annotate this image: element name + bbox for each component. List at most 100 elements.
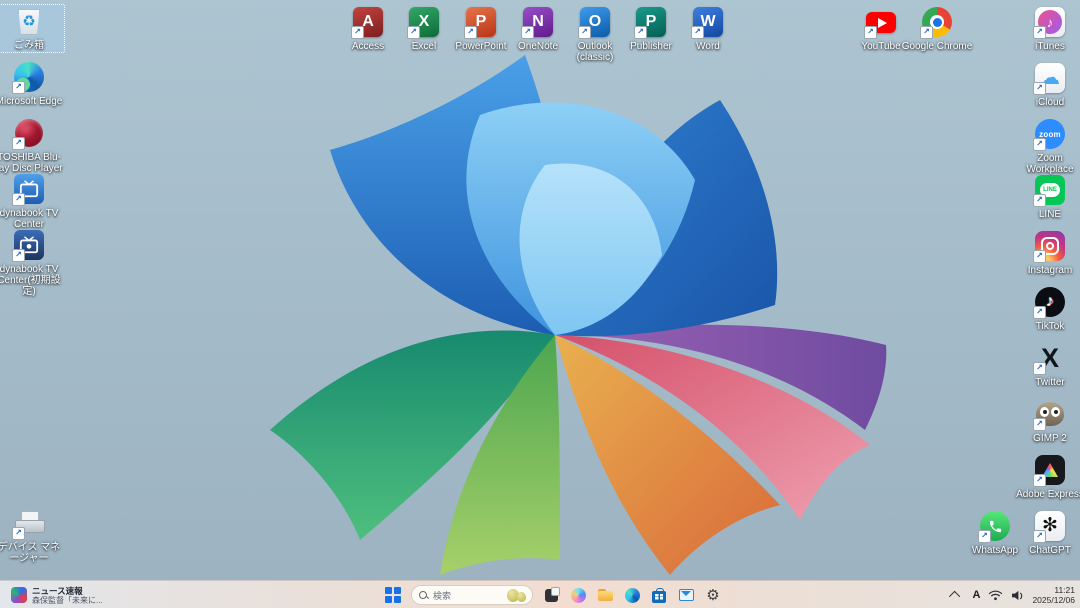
desktop-icon-device-manager[interactable]: ↗ デバイス マネージャー bbox=[0, 506, 65, 564]
shortcut-arrow-icon: ↗ bbox=[1033, 362, 1046, 375]
shortcut-arrow-icon: ↗ bbox=[464, 26, 477, 39]
shortcut-arrow-icon: ↗ bbox=[864, 26, 877, 39]
shortcut-arrow-icon: ↗ bbox=[1033, 194, 1046, 207]
youtube-icon: ↗ bbox=[863, 5, 899, 39]
shortcut-arrow-icon: ↗ bbox=[521, 26, 534, 39]
desktop-icon-edge[interactable]: ↗ Microsoft Edge bbox=[0, 60, 65, 107]
desktop: ♻ ごみ箱 ↗ Microsoft Edge ↗ TOSHIBA Blu-ray… bbox=[0, 0, 1080, 608]
shortcut-arrow-icon: ↗ bbox=[12, 137, 25, 150]
shortcut-arrow-icon: ↗ bbox=[578, 26, 591, 39]
desktop-icon-instagram[interactable]: ↗ Instagram bbox=[1014, 229, 1080, 276]
widget-headline: ニュース速報 bbox=[32, 586, 103, 596]
shortcut-arrow-icon: ↗ bbox=[920, 26, 933, 39]
widgets-button[interactable]: ニュース速報 森保監督「未来に... bbox=[6, 583, 108, 607]
icon-label: Publisher bbox=[630, 41, 672, 52]
powerpoint-icon: P ↗ bbox=[463, 5, 499, 39]
tv-icon: ↗ bbox=[11, 172, 47, 206]
desktop-icon-adobe-express[interactable]: ↗ Adobe Express bbox=[1014, 453, 1080, 500]
desktop-icon-toshiba-bluray[interactable]: ↗ TOSHIBA Blu-ray Disc Player bbox=[0, 116, 65, 174]
copilot-button[interactable] bbox=[569, 586, 587, 604]
icon-label: ChatGPT bbox=[1029, 545, 1071, 556]
icon-label: PowerPoint bbox=[455, 41, 506, 52]
icon-label: OneNote bbox=[518, 41, 558, 52]
recycle-symbol-icon: ♻ bbox=[22, 14, 35, 29]
excel-icon: X ↗ bbox=[406, 5, 442, 39]
gear-icon: ⚙ bbox=[706, 587, 719, 603]
file-explorer-button[interactable] bbox=[596, 586, 614, 604]
shortcut-arrow-icon: ↗ bbox=[1033, 138, 1046, 151]
widgets-icon bbox=[11, 587, 27, 603]
clock-time: 11:21 bbox=[1032, 585, 1075, 595]
tray-clock[interactable]: 11:21 2025/12/06 bbox=[1032, 585, 1075, 605]
desktop-icon-tiktok[interactable]: ♪ ↗ TikTok bbox=[1014, 285, 1080, 332]
itunes-icon: ♪ ↗ bbox=[1032, 5, 1068, 39]
taskbar: ニュース速報 森保監督「未来に... 検索 ⚙ A bbox=[0, 580, 1080, 608]
speaker-icon[interactable] bbox=[1011, 590, 1024, 601]
folder-icon bbox=[598, 589, 613, 601]
printer-icon: ↗ bbox=[11, 506, 47, 540]
icon-label: iCloud bbox=[1036, 97, 1064, 108]
desktop-icon-recycle-bin[interactable]: ♻ ごみ箱 bbox=[0, 4, 65, 53]
copilot-icon bbox=[571, 588, 586, 603]
task-view-icon bbox=[545, 589, 558, 602]
search-placeholder: 検索 bbox=[433, 589, 500, 602]
shortcut-arrow-icon: ↗ bbox=[1033, 26, 1046, 39]
icon-label: Adobe Express bbox=[1016, 489, 1080, 500]
icon-label: Access bbox=[352, 41, 384, 52]
desktop-icon-dynabook-tv[interactable]: ↗ dynabook TV Center bbox=[0, 172, 65, 230]
ime-indicator[interactable]: A bbox=[973, 589, 981, 601]
icon-label: Twitter bbox=[1035, 377, 1064, 388]
desktop-icon-chrome[interactable]: ↗ Google Chrome bbox=[901, 5, 973, 52]
desktop-icon-dynabook-tv-settings[interactable]: ↗ dynabook TV Center(初期設定) bbox=[0, 228, 65, 297]
whatsapp-icon: ↗ bbox=[977, 509, 1013, 543]
start-button[interactable] bbox=[384, 586, 402, 604]
icon-label: デバイス マネージャー bbox=[0, 542, 65, 564]
tray-overflow-button[interactable] bbox=[947, 586, 965, 604]
x-logo-icon: X ↗ bbox=[1032, 341, 1068, 375]
store-bag-icon bbox=[652, 591, 666, 603]
search-highlight-image bbox=[505, 587, 529, 603]
desktop-icon-line[interactable]: LINE ↗ LINE bbox=[1014, 173, 1080, 220]
icon-label: Excel bbox=[412, 41, 436, 52]
edge-taskbar-button[interactable] bbox=[623, 586, 641, 604]
icon-label: Instagram bbox=[1028, 265, 1072, 276]
icon-label: Zoom Workplace bbox=[1014, 153, 1080, 175]
shortcut-arrow-icon: ↗ bbox=[978, 530, 991, 543]
mail-button[interactable] bbox=[677, 586, 695, 604]
desktop-icon-icloud[interactable]: ☁ ↗ iCloud bbox=[1014, 61, 1080, 108]
shortcut-arrow-icon: ↗ bbox=[407, 26, 420, 39]
task-view-button[interactable] bbox=[542, 586, 560, 604]
tiktok-icon: ♪ ↗ bbox=[1032, 285, 1068, 319]
access-icon: A ↗ bbox=[350, 5, 386, 39]
desktop-icon-gimp[interactable]: ↗ GIMP 2 bbox=[1014, 397, 1080, 444]
icloud-icon: ☁ ↗ bbox=[1032, 61, 1068, 95]
settings-button[interactable]: ⚙ bbox=[704, 586, 722, 604]
search-box[interactable]: 検索 bbox=[411, 585, 533, 605]
microsoft-store-button[interactable] bbox=[650, 586, 668, 604]
zoom-icon: zoom ↗ bbox=[1032, 117, 1068, 151]
wifi-icon[interactable] bbox=[988, 590, 1003, 601]
icon-label: dynabook TV Center bbox=[0, 208, 65, 230]
mail-envelope-icon bbox=[679, 589, 694, 601]
desktop-icon-chatgpt[interactable]: ✻ ↗ ChatGPT bbox=[1014, 509, 1080, 556]
edge-icon bbox=[625, 588, 640, 603]
icon-label: TikTok bbox=[1036, 321, 1065, 332]
icon-label: YouTube bbox=[861, 41, 900, 52]
onenote-icon: N ↗ bbox=[520, 5, 556, 39]
windows-logo-icon bbox=[383, 585, 403, 605]
shortcut-arrow-icon: ↗ bbox=[12, 81, 25, 94]
shortcut-arrow-icon: ↗ bbox=[1033, 306, 1046, 319]
gimp-icon: ↗ bbox=[1032, 397, 1068, 431]
shortcut-arrow-icon: ↗ bbox=[12, 193, 25, 206]
shortcut-arrow-icon: ↗ bbox=[1033, 418, 1046, 431]
widget-subtext: 森保監督「未来に... bbox=[32, 596, 103, 605]
clock-date: 2025/12/06 bbox=[1032, 595, 1075, 605]
desktop-icon-itunes[interactable]: ♪ ↗ iTunes bbox=[1014, 5, 1080, 52]
desktop-icon-word[interactable]: W ↗ Word bbox=[672, 5, 744, 52]
adobe-express-icon: ↗ bbox=[1032, 453, 1068, 487]
desktop-icon-zoom[interactable]: zoom ↗ Zoom Workplace bbox=[1014, 117, 1080, 175]
shortcut-arrow-icon: ↗ bbox=[1033, 250, 1046, 263]
shortcut-arrow-icon: ↗ bbox=[351, 26, 364, 39]
desktop-icon-twitter[interactable]: X ↗ Twitter bbox=[1014, 341, 1080, 388]
toshiba-bluray-icon: ↗ bbox=[11, 116, 47, 150]
